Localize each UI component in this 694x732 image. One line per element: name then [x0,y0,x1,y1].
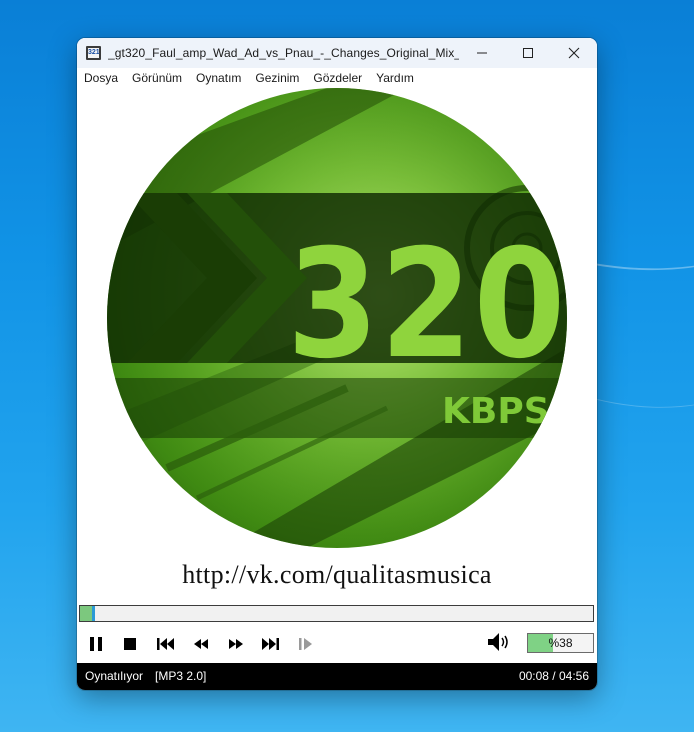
player-window: 321 _gt320_Faul_amp_Wad_Ad_vs_Pnau_-_Cha… [77,38,597,690]
frame-step-button[interactable] [293,631,319,657]
seek-bar[interactable] [79,605,594,622]
fast-forward-button[interactable] [223,631,249,657]
playback-state: Oynatılıyor [85,669,144,683]
menu-file[interactable]: Dosya [84,68,118,88]
artwork-url-text: http://vk.com/qualitasmusica [182,560,492,589]
menu-help[interactable]: Yardım [376,68,414,88]
artwork-subtitle: KBPS [442,391,550,432]
menu-bar: Dosya Görünüm Oynatım Gezinim Gözdeler Y… [77,68,597,88]
media-format: [MP3 2.0] [155,669,207,683]
frame-step-icon [297,636,315,652]
skip-forward-button[interactable] [257,631,283,657]
pause-button[interactable] [83,631,109,657]
playback-controls: %38 [77,626,597,662]
title-bar[interactable]: 321 _gt320_Faul_amp_Wad_Ad_vs_Pnau_-_Cha… [77,38,597,68]
rewind-button[interactable] [188,631,214,657]
menu-navigate[interactable]: Gezinim [255,68,299,88]
menu-favorites[interactable]: Gözdeler [313,68,362,88]
rewind-icon [192,636,210,652]
fast-forward-icon [227,636,245,652]
status-bar: Oynatılıyor [MP3 2.0] 00:08 / 04:56 [77,663,597,690]
maximize-icon [522,47,534,59]
mute-button[interactable] [485,631,513,657]
stop-button[interactable] [117,631,143,657]
video-area[interactable]: 320 KBPS http://vk.com/qualitasmusica [77,88,597,603]
seek-handle[interactable] [92,606,95,621]
maximize-button[interactable] [505,38,551,68]
minimize-icon [476,47,488,59]
speaker-icon [486,631,512,658]
album-art: 320 KBPS [107,88,567,548]
stop-icon [122,636,138,652]
volume-label: %38 [548,636,573,650]
menu-play[interactable]: Oynatım [196,68,241,88]
skip-back-icon [156,636,176,652]
skip-forward-icon [260,636,280,652]
skip-back-button[interactable] [153,631,179,657]
app-icon: 321 [86,45,102,61]
artwork-number: 320 [287,218,567,392]
playback-time: 00:08 / 04:56 [518,669,589,683]
pause-icon [88,636,104,652]
window-title: _gt320_Faul_amp_Wad_Ad_vs_Pnau_-_Changes… [108,46,459,60]
menu-view[interactable]: Görünüm [132,68,182,88]
close-icon [568,47,580,59]
volume-slider[interactable]: %38 [527,633,594,653]
close-button[interactable] [551,38,597,68]
minimize-button[interactable] [459,38,505,68]
